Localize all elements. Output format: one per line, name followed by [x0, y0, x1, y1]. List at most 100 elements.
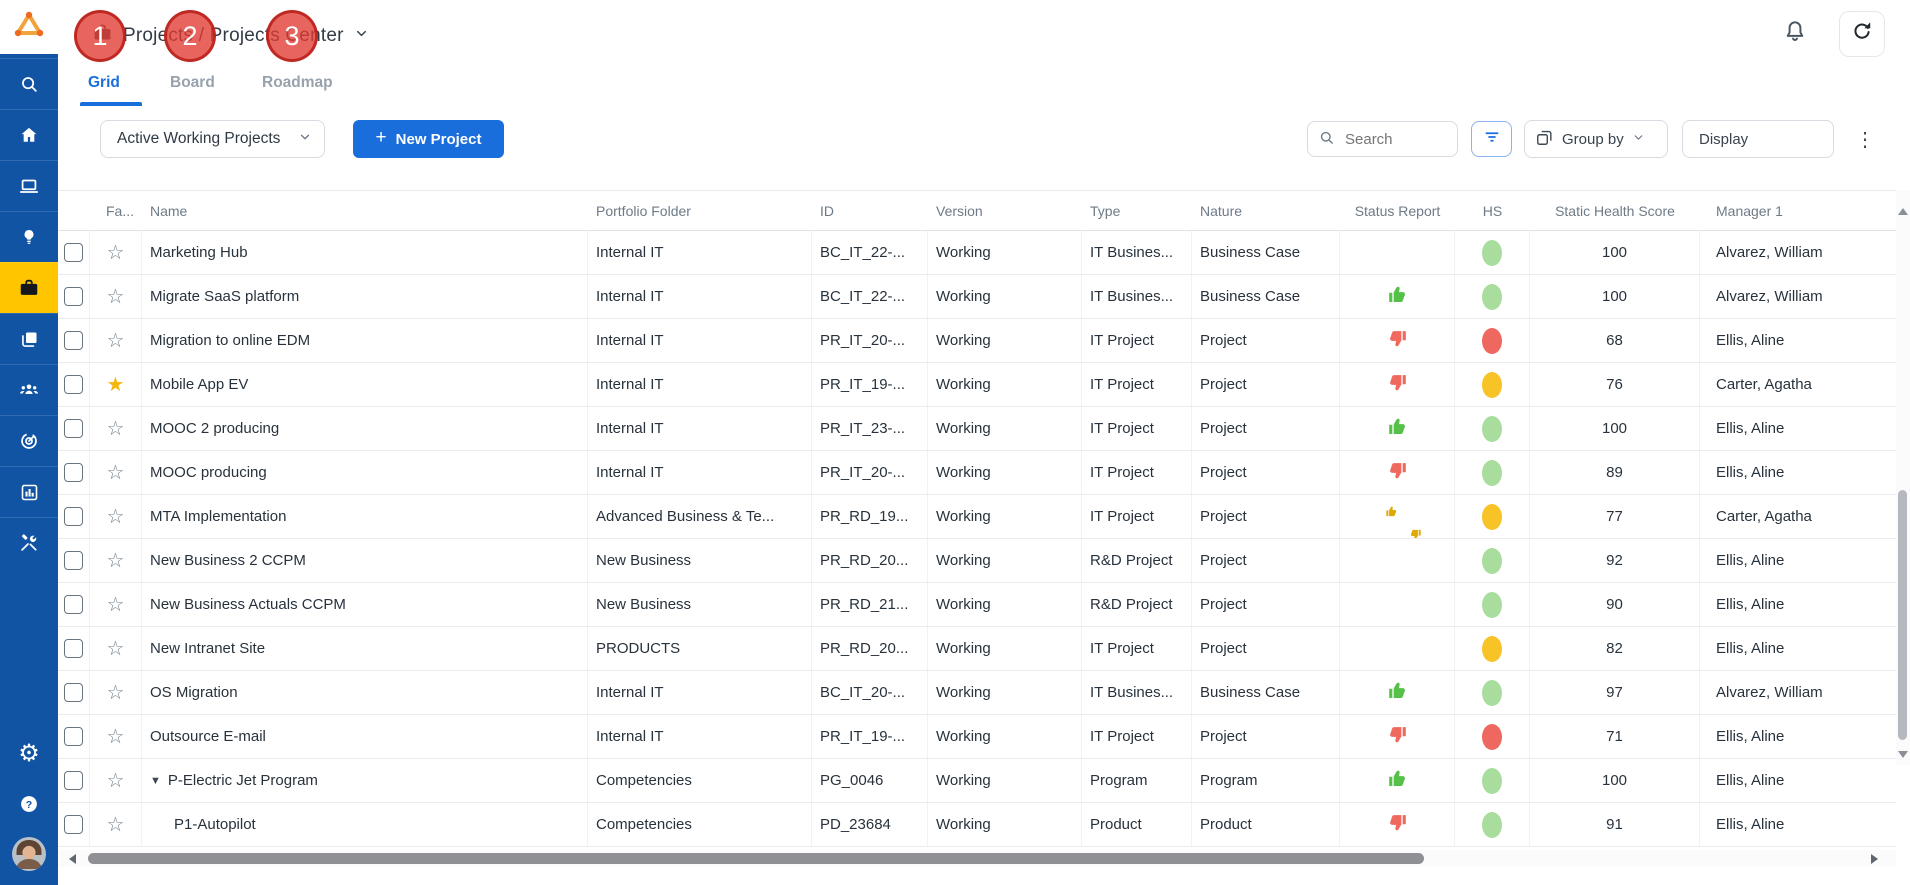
row-checkbox[interactable]: [64, 463, 83, 482]
table-row[interactable]: ☆New Business Actuals CCPMNew BusinessPR…: [58, 583, 1896, 627]
notifications-bell-icon[interactable]: [1782, 18, 1808, 49]
column-header-id[interactable]: ID: [812, 191, 928, 230]
column-header-nature[interactable]: Nature: [1192, 191, 1340, 230]
favorite-star-icon[interactable]: ☆: [107, 727, 125, 747]
table-row[interactable]: ☆Migration to online EDMInternal ITPR_IT…: [58, 319, 1896, 363]
row-checkbox[interactable]: [64, 287, 83, 306]
nature: Business Case: [1192, 671, 1340, 714]
search-box[interactable]: [1307, 121, 1458, 157]
collapse-caret-icon[interactable]: ▼: [150, 775, 161, 787]
column-header-type[interactable]: Type: [1082, 191, 1192, 230]
breadcrumb[interactable]: Projects / Projects Center: [92, 22, 369, 49]
sidebar-item-bar-chart[interactable]: [0, 466, 58, 517]
row-checkbox[interactable]: [64, 727, 83, 746]
group-by-button[interactable]: Group by: [1524, 120, 1668, 158]
scope-filter-dropdown[interactable]: Active Working Projects: [100, 120, 325, 158]
favorite-star-icon[interactable]: ☆: [107, 507, 125, 527]
table-row[interactable]: ☆New Business 2 CCPMNew BusinessPR_RD_20…: [58, 539, 1896, 583]
search-input[interactable]: [1343, 130, 1447, 149]
favorite-star-icon[interactable]: ☆: [107, 815, 125, 835]
filter-button[interactable]: [1471, 121, 1512, 157]
favorite-star-icon[interactable]: ☆: [107, 595, 125, 615]
tab-grid[interactable]: Grid: [88, 74, 120, 92]
row-checkbox[interactable]: [64, 683, 83, 702]
sidebar-item-avatar[interactable]: [0, 829, 58, 879]
favorite-star-icon[interactable]: ☆: [107, 463, 125, 483]
row-checkbox[interactable]: [64, 331, 83, 350]
vertical-scrollbar[interactable]: [1896, 190, 1910, 765]
table-row[interactable]: ☆Marketing HubInternal ITBC_IT_22-...Wor…: [58, 231, 1896, 275]
scroll-left-arrow[interactable]: [64, 850, 80, 867]
row-checkbox[interactable]: [64, 595, 83, 614]
row-checkbox[interactable]: [64, 639, 83, 658]
sidebar-item-home[interactable]: [0, 109, 58, 160]
tab-roadmap[interactable]: Roadmap: [262, 74, 333, 92]
column-header-manager[interactable]: Manager 1: [1700, 191, 1896, 230]
column-header-hs[interactable]: HS: [1455, 191, 1530, 230]
sidebar-item-help[interactable]: ?: [0, 779, 58, 829]
refresh-button[interactable]: [1839, 11, 1885, 57]
sidebar-item-briefcase[interactable]: [0, 262, 58, 313]
app-logo[interactable]: [0, 0, 58, 54]
table-row[interactable]: ☆▼P-Electric Jet ProgramCompetenciesPG_0…: [58, 759, 1896, 803]
scroll-down-arrow[interactable]: [1896, 747, 1910, 761]
sidebar-item-team[interactable]: [0, 364, 58, 415]
favorite-star-icon[interactable]: ☆: [107, 331, 125, 351]
favorite-star-icon[interactable]: ☆: [107, 683, 125, 703]
health-status: [1455, 363, 1530, 406]
column-header-portfolio[interactable]: Portfolio Folder: [588, 191, 812, 230]
favorite-star-icon[interactable]: ☆: [107, 287, 125, 307]
row-checkbox[interactable]: [64, 375, 83, 394]
manager: Carter, Agatha: [1700, 495, 1896, 538]
display-button[interactable]: Display: [1682, 120, 1834, 158]
new-project-button[interactable]: + New Project: [353, 120, 504, 158]
favorite-star-icon[interactable]: ☆: [107, 551, 125, 571]
table-row[interactable]: ☆Outsource E-mailInternal ITPR_IT_19-...…: [58, 715, 1896, 759]
horizontal-scrollbar-thumb[interactable]: [88, 853, 1424, 864]
sidebar-item-laptop[interactable]: [0, 160, 58, 211]
sidebar-item-folders[interactable]: [0, 313, 58, 364]
favorite-star-icon[interactable]: ★: [107, 375, 125, 395]
table-row[interactable]: ☆MOOC 2 producingInternal ITPR_IT_23-...…: [58, 407, 1896, 451]
vertical-scrollbar-thumb[interactable]: [1898, 490, 1907, 740]
column-header-shs[interactable]: Static Health Score: [1530, 191, 1700, 230]
column-header-status[interactable]: Status Report: [1340, 191, 1455, 230]
main-area: Projects / Projects Center Grid Board Ro…: [58, 0, 1896, 885]
health-dot: [1482, 328, 1502, 354]
favorite-star-icon[interactable]: ☆: [107, 243, 125, 263]
column-header-version[interactable]: Version: [928, 191, 1082, 230]
manager: Ellis, Aline: [1700, 715, 1896, 758]
table-row[interactable]: ☆MOOC producingInternal ITPR_IT_20-...Wo…: [58, 451, 1896, 495]
horizontal-scrollbar[interactable]: [58, 850, 1896, 867]
table-row[interactable]: ☆New Intranet SitePRODUCTSPR_RD_20...Wor…: [58, 627, 1896, 671]
row-checkbox[interactable]: [64, 507, 83, 526]
scroll-up-arrow[interactable]: [1896, 204, 1910, 218]
row-checkbox[interactable]: [64, 771, 83, 790]
favorite-star-icon[interactable]: ☆: [107, 419, 125, 439]
row-checkbox[interactable]: [64, 815, 83, 834]
table-row[interactable]: ☆P1-AutopilotCompetenciesPD_23684Working…: [58, 803, 1896, 847]
gear-icon: ⚙: [18, 742, 40, 766]
sidebar-item-target[interactable]: [0, 415, 58, 466]
table-row[interactable]: ☆MTA ImplementationAdvanced Business & T…: [58, 495, 1896, 539]
column-header-name[interactable]: Name: [142, 191, 588, 230]
sidebar-item-search[interactable]: [0, 58, 58, 109]
favorite-star-icon[interactable]: ☆: [107, 771, 125, 791]
scroll-right-arrow[interactable]: [1866, 850, 1882, 867]
favorite-star-icon[interactable]: ☆: [107, 639, 125, 659]
sidebar-item-gear[interactable]: ⚙: [0, 729, 58, 779]
nature: Project: [1192, 539, 1340, 582]
sidebar-item-lightbulb[interactable]: [0, 211, 58, 262]
table-row[interactable]: ☆Migrate SaaS platformInternal ITBC_IT_2…: [58, 275, 1896, 319]
tab-board[interactable]: Board: [170, 74, 215, 92]
row-checkbox[interactable]: [64, 551, 83, 570]
row-checkbox[interactable]: [64, 243, 83, 262]
more-options-kebab-icon[interactable]: ⋮: [1850, 122, 1880, 156]
table-row[interactable]: ★Mobile App EVInternal ITPR_IT_19-...Wor…: [58, 363, 1896, 407]
chevron-down-icon[interactable]: [354, 25, 369, 47]
health-status: [1455, 451, 1530, 494]
sidebar-item-tools[interactable]: [0, 517, 58, 568]
table-row[interactable]: ☆OS MigrationInternal ITBC_IT_20-...Work…: [58, 671, 1896, 715]
row-checkbox[interactable]: [64, 419, 83, 438]
column-header-favorite[interactable]: Fa...: [90, 191, 142, 230]
